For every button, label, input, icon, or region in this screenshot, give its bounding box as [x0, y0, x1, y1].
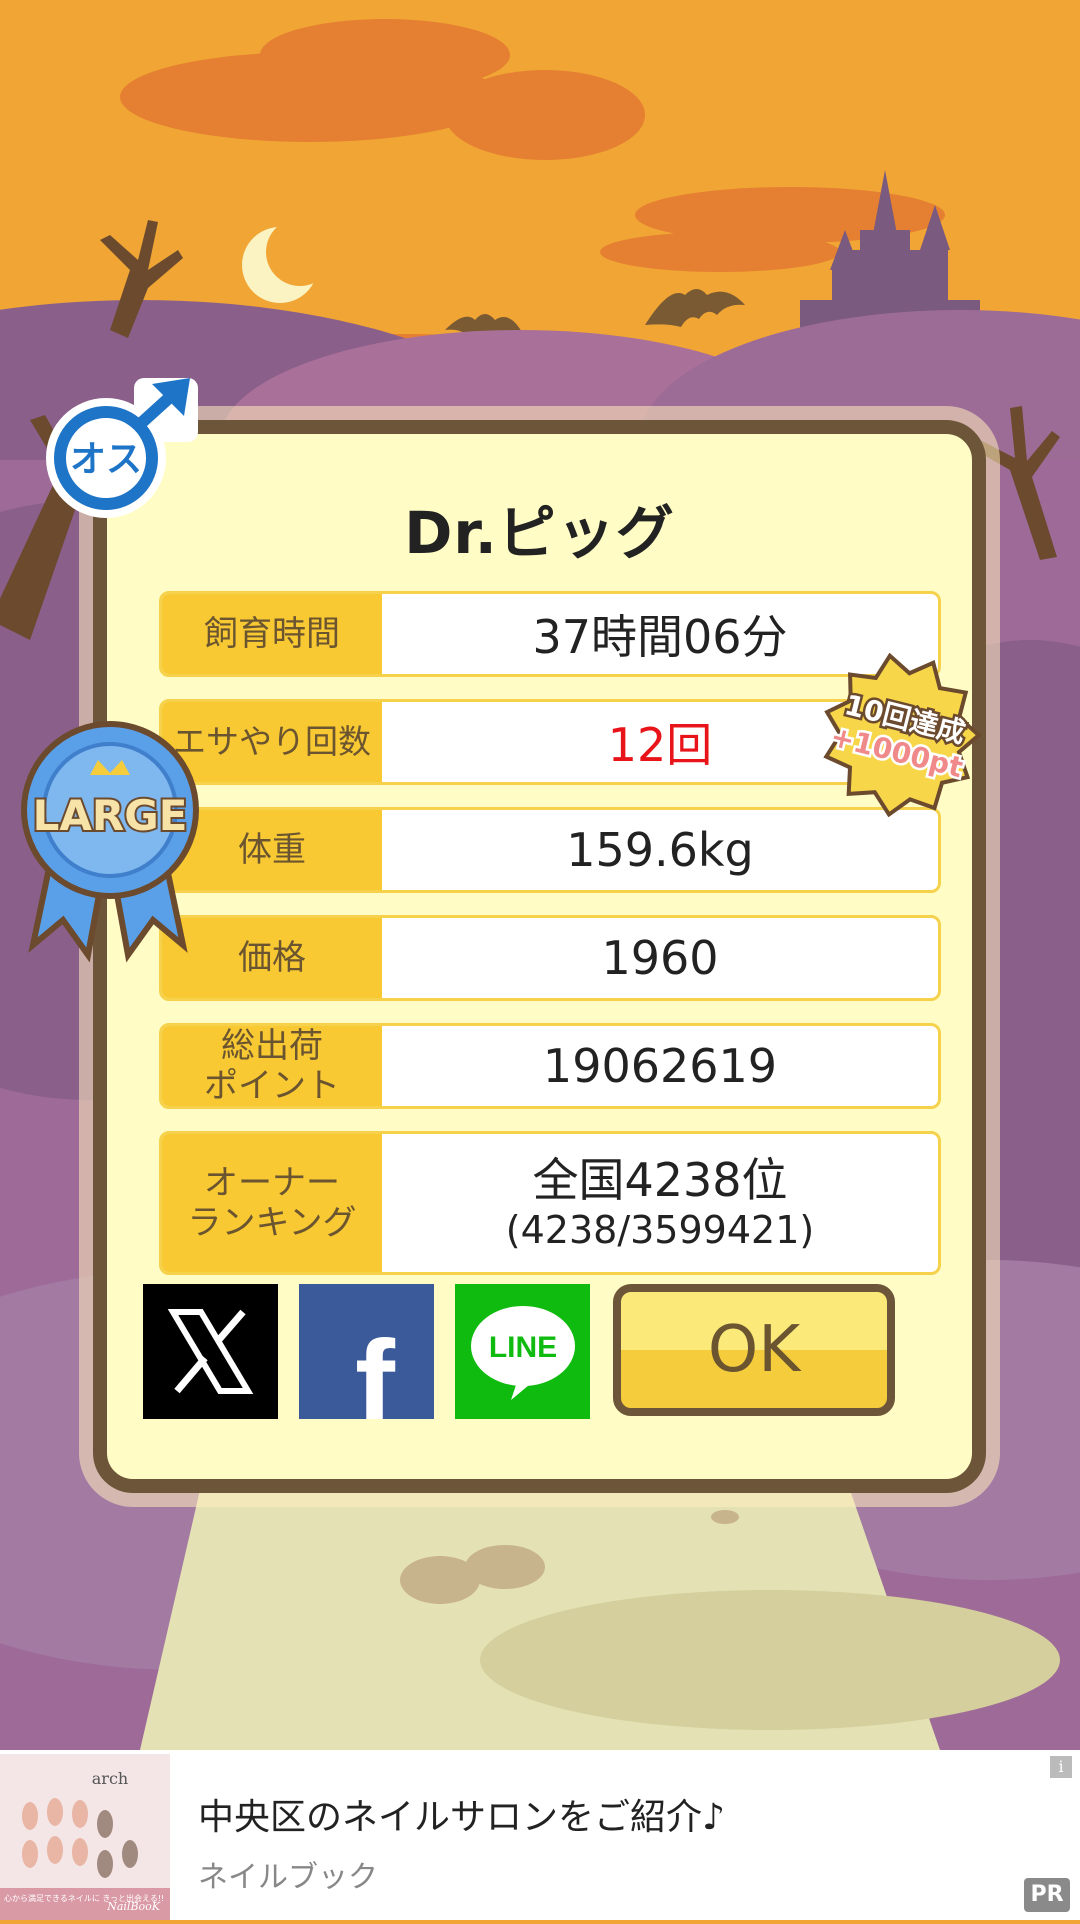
- svg-text:オス: オス: [70, 439, 142, 480]
- large-ribbon-badge: LARGE: [21, 721, 199, 963]
- stat-value: 1960: [601, 931, 719, 985]
- stat-label: 飼育時間: [162, 594, 382, 674]
- svg-text:LINE: LINE: [489, 1331, 557, 1364]
- share-x-button[interactable]: X: [143, 1284, 278, 1419]
- stat-value: 全国4238位 (4238/3599421): [382, 1134, 938, 1272]
- svg-text:arch: arch: [92, 1769, 128, 1788]
- share-facebook-button[interactable]: f: [299, 1284, 434, 1450]
- stat-label: 総出荷 ポイント: [162, 1026, 382, 1106]
- ad-info-icon[interactable]: i: [1050, 1756, 1072, 1778]
- ranking-value: 全国4238位: [532, 1153, 788, 1207]
- nail-image: arch 心から満足できるネイルに きっと出会える!! NailBooK: [0, 1754, 170, 1920]
- stat-label: オーナー ランキング: [162, 1134, 382, 1272]
- share-line-button[interactable]: LINE: [455, 1284, 590, 1419]
- stat-row-price: 価格 1960: [159, 915, 941, 1001]
- ad-banner[interactable]: arch 心から満足できるネイルに きっと出会える!! NailBooK 中央区…: [0, 1750, 1080, 1920]
- ad-title[interactable]: 中央区のネイルサロンをご紹介♪: [198, 1788, 725, 1840]
- line-logo-icon: LINE: [471, 1306, 575, 1400]
- pig-status-card: Dr.ピッグ 飼育時間 37時間06分 エサやり回数 12回 体重 159.6k…: [93, 420, 986, 1493]
- x-logo-icon: X: [143, 1284, 254, 1394]
- ad-advertiser: ネイルブック: [198, 1860, 378, 1895]
- svg-text:X: X: [143, 1284, 152, 1287]
- pig-name: Dr.ピッグ: [404, 499, 675, 567]
- achievement-badge: 10回達成 +1000pt: [823, 652, 982, 818]
- stat-row-owner-ranking: オーナー ランキング 全国4238位 (4238/3599421): [159, 1131, 941, 1275]
- ok-button[interactable]: OK: [613, 1284, 895, 1416]
- svg-text:f: f: [355, 1316, 396, 1419]
- stat-value: 159.6kg: [566, 823, 754, 877]
- ad-thumbnail[interactable]: arch 心から満足できるネイルに きっと出会える!! NailBooK: [0, 1754, 170, 1920]
- stat-value: 19062619: [542, 1039, 778, 1093]
- svg-text:NailBooK: NailBooK: [106, 1900, 161, 1913]
- svg-text:LARGE: LARGE: [33, 791, 188, 840]
- stat-row-total-shipping-points: 総出荷 ポイント 19062619: [159, 1023, 941, 1109]
- ad-pr-label: PR: [1024, 1878, 1070, 1912]
- facebook-logo-icon: f: [355, 1316, 396, 1450]
- ranking-detail: (4238/3599421): [505, 1208, 815, 1252]
- male-gender-icon: オス: [46, 378, 198, 518]
